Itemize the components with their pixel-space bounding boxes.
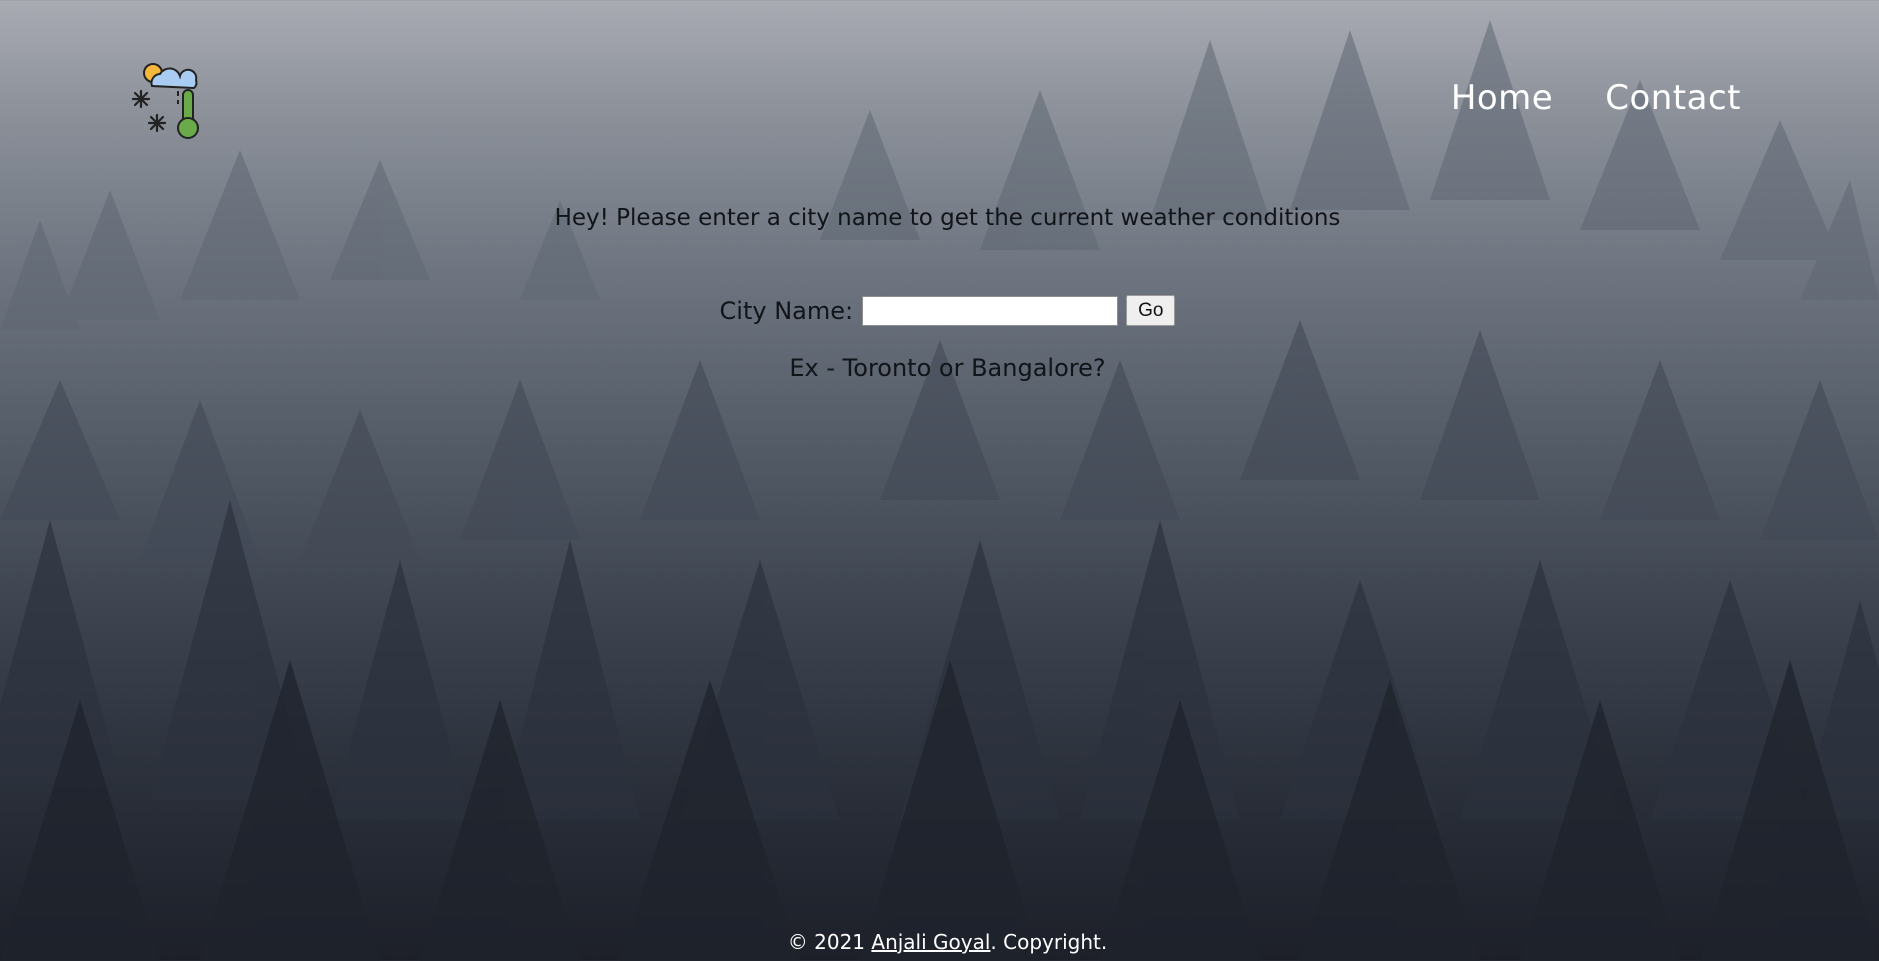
site-logo[interactable] [130, 60, 212, 142]
weather-thermometer-icon [131, 63, 199, 139]
nav-contact-link[interactable]: Contact [1605, 78, 1741, 118]
city-name-label: City Name: [719, 296, 854, 325]
top-nav: Home Contact [1451, 78, 1741, 118]
example-hint: Ex - Toronto or Bangalore? [789, 354, 1106, 382]
nav-home-link[interactable]: Home [1451, 78, 1553, 118]
footer-suffix: . Copyright. [990, 930, 1108, 954]
footer-author-link[interactable]: Anjali Goyal [871, 930, 990, 954]
forest-background [0, 20, 1879, 961]
go-button[interactable]: Go [1126, 295, 1176, 326]
footer-prefix: © 2021 [787, 930, 872, 954]
city-search-form: City Name: Go [0, 295, 1879, 326]
footer-copyright: © 2021 Anjali Goyal. Copyright. [0, 930, 1879, 954]
city-name-input[interactable] [862, 295, 1119, 326]
intro-text: Hey! Please enter a city name to get the… [554, 205, 1341, 231]
